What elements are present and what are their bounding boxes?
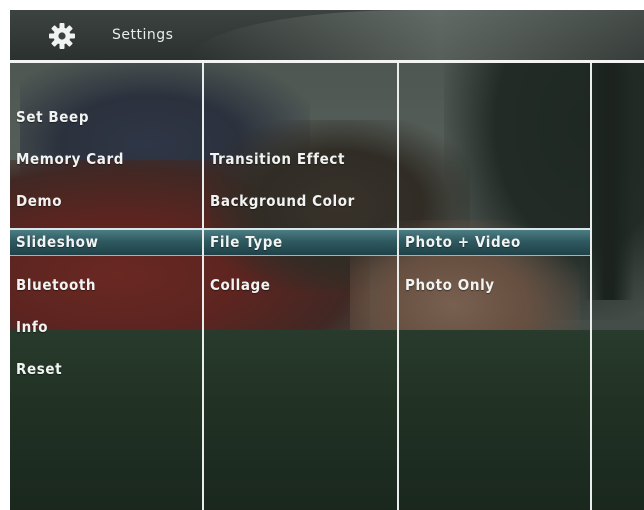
menu-item-reset[interactable]: Reset <box>10 355 202 383</box>
menu-item-slideshow[interactable]: Slideshow <box>10 228 202 256</box>
menu-item-background-color[interactable]: Background Color <box>204 187 397 215</box>
menu-item-demo[interactable]: Demo <box>10 187 202 215</box>
menu-item-bluetooth[interactable]: Bluetooth <box>10 271 202 299</box>
header-divider <box>10 60 644 63</box>
menu-item-set-beep[interactable]: Set Beep <box>10 103 202 131</box>
page-title: Settings <box>112 27 174 43</box>
menu-item-collage[interactable]: Collage <box>204 271 397 299</box>
menu-item-photo-video[interactable]: Photo + Video <box>399 228 590 256</box>
menu-item-info[interactable]: Info <box>10 313 202 341</box>
menu-item-transition-effect[interactable]: Transition Effect <box>204 145 397 173</box>
background-photo <box>10 10 644 510</box>
header-bar: Settings <box>10 10 644 60</box>
menu-item-file-type[interactable]: File Type <box>204 228 397 256</box>
menu-item-photo-only[interactable]: Photo Only <box>399 271 590 299</box>
settings-screen: Settings Set Beep Memory Card Demo Slide… <box>10 10 644 510</box>
column-divider-3 <box>590 63 592 510</box>
gear-icon <box>49 23 75 49</box>
menu-item-memory-card[interactable]: Memory Card <box>10 145 202 173</box>
